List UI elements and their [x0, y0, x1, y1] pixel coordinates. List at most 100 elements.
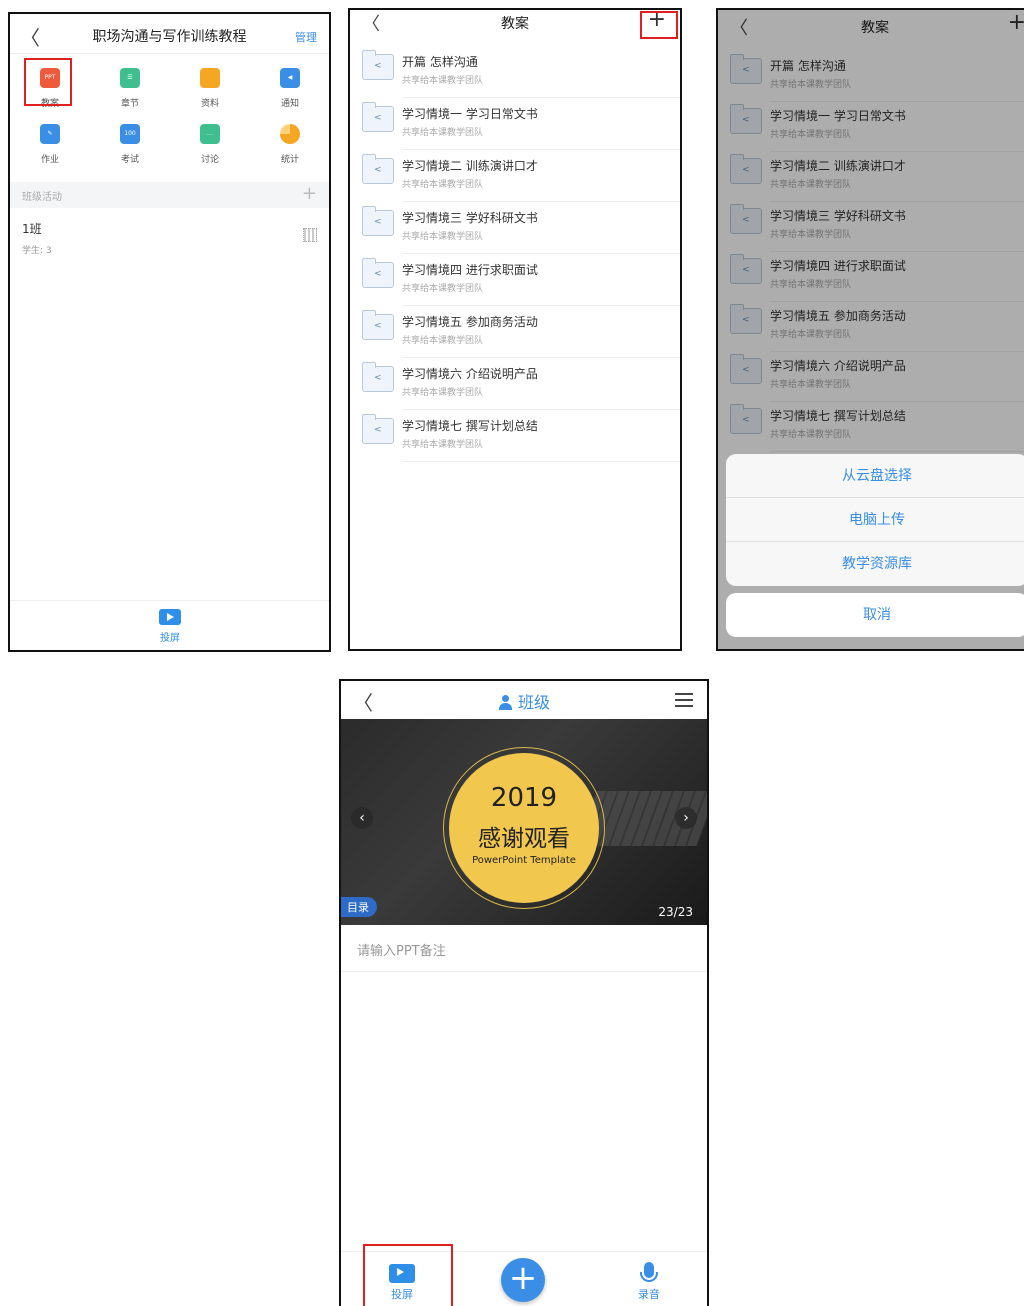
item-subtitle: 共享给本课教学团队 — [402, 336, 484, 346]
record-button[interactable]: 录音 — [619, 1262, 679, 1302]
class-activity-bar: 班级活动 + — [10, 182, 329, 208]
list-item[interactable]: < 学习情境四 进行求职面试共享给本课教学团队 — [350, 254, 680, 306]
cancel-button[interactable]: 取消 — [726, 593, 1024, 637]
share-icon: < — [374, 61, 382, 71]
menu-icon[interactable] — [675, 693, 693, 711]
student-count: 学生: 3 — [22, 246, 52, 256]
screen-cast-icon — [159, 609, 181, 625]
item-title: 学习情境二 训练演讲口才 — [402, 159, 538, 173]
add-button[interactable]: + — [501, 1258, 545, 1302]
list-item[interactable]: < 学习情境三 学好科研文书 共享给本课教学团队 — [350, 202, 680, 254]
grid-item-2[interactable]: 资料 — [170, 68, 250, 109]
grid-item-6[interactable]: … 讨论 — [170, 124, 250, 165]
header: 〈 教案 + — [350, 10, 680, 38]
cloud-select-option[interactable]: 从云盘选择 — [726, 454, 1024, 498]
item-title: 学习情境一 学习日常文书 — [402, 107, 538, 121]
shared-folder-icon: < — [362, 362, 394, 392]
share-icon: < — [374, 373, 382, 383]
list-item[interactable]: < 学习情境六 介绍说明产品共享给本课教学团队 — [350, 358, 680, 410]
item-title: 学习情境五 参加商务活动 — [402, 315, 538, 329]
grid-item-7[interactable]: 统计 — [250, 124, 329, 165]
share-icon: < — [374, 321, 382, 331]
class-name: 1班 — [22, 222, 42, 236]
icon-glyph: ☰ — [127, 74, 133, 81]
homework-icon: ✎ — [40, 124, 60, 144]
item-title: 开篇 怎样沟通 — [402, 55, 478, 69]
toc-button[interactable]: 目录 — [341, 897, 377, 917]
list-item[interactable]: < 学习情境一 学习日常文书 共享给本课教学团队 — [350, 98, 680, 150]
speaker-icon: ◀ — [280, 68, 300, 88]
chapter-list-icon: ☰ — [120, 68, 140, 88]
item-subtitle: 共享给本课教学团队 — [402, 440, 484, 450]
shared-folder-icon: < — [362, 310, 394, 340]
shared-folder-icon: < — [362, 154, 394, 184]
grid-item-5[interactable]: 100 考试 — [90, 124, 170, 165]
discussion-icon: … — [200, 124, 220, 144]
user-icon — [498, 695, 512, 710]
slide-preview: 2019 感谢观看 PowerPoint Template ‹ › 目录 23/… — [341, 719, 707, 925]
share-icon: < — [374, 269, 382, 279]
header: 〈 班级 — [341, 681, 707, 719]
shared-folder-icon: < — [362, 258, 394, 288]
item-title: 学习情境六 介绍说明产品 — [402, 367, 538, 381]
icon-glyph: ◀ — [287, 74, 293, 81]
next-slide-button[interactable]: › — [675, 807, 697, 829]
item-title: 学习情境四 进行求职面试 — [402, 263, 538, 277]
list-item[interactable]: < 学习情境二 训练演讲口才 共享给本课教学团队 — [350, 150, 680, 202]
grid-item-label: 资料 — [200, 99, 219, 109]
list-item[interactable]: < 开篇 怎样沟通 共享给本课教学团队 — [350, 46, 680, 98]
share-icon: < — [374, 425, 382, 435]
highlight-box — [24, 58, 72, 106]
upload-options-sheet: 从云盘选择 电脑上传 教学资源库 — [726, 454, 1024, 586]
icon-glyph: ✎ — [47, 130, 53, 137]
grid-item-label: 通知 — [280, 99, 299, 109]
share-icon: < — [374, 165, 382, 175]
title-text: 班级 — [517, 693, 550, 712]
grid-item-1[interactable]: ☰ 章节 — [90, 68, 170, 109]
section-title: 班级活动 — [22, 192, 62, 203]
grid-item-label: 章节 — [120, 99, 139, 109]
list-item[interactable]: < 学习情境七 撰写计划总结共享给本课教学团队 — [350, 410, 680, 462]
highlight-box — [363, 1244, 453, 1306]
qr-code-icon[interactable] — [303, 228, 317, 242]
add-activity-button[interactable]: + — [302, 183, 317, 204]
lesson-plan-screen: 〈 教案 + < 开篇 怎样沟通共享给本课教学团队 < 学习情境一 学习日常文书共享给… — [348, 8, 682, 651]
header: 〈 职场沟通与写作训练教程 管理 — [10, 14, 329, 54]
page-title: 班级 — [341, 689, 707, 713]
slide-year: 2019 — [490, 783, 558, 813]
pie-chart-icon — [280, 124, 300, 144]
class-item[interactable]: 1班 学生: 3 — [22, 220, 52, 256]
grid-item-3[interactable]: ◀ 通知 — [250, 68, 329, 109]
grid-item-label: 讨论 — [200, 155, 219, 165]
pc-upload-option[interactable]: 电脑上传 — [726, 498, 1024, 542]
lesson-plan-upload-screen: 〈 教案 + <开篇 怎样沟通共享给本课教学团队<学习情境一 学习日常文书共享给… — [716, 8, 1024, 651]
icon-glyph: 100 — [124, 130, 136, 137]
footer: 投屏 — [10, 600, 329, 650]
slide-circle: 2019 感谢观看 PowerPoint Template — [449, 753, 599, 903]
manage-link[interactable]: 管理 — [295, 29, 317, 45]
shared-folder-icon: < — [362, 414, 394, 444]
grid-item-label: 作业 — [40, 155, 59, 165]
item-subtitle: 共享给本课教学团队 — [402, 284, 484, 294]
icon-glyph: … — [207, 130, 213, 137]
list-item[interactable]: < 学习情境五 参加商务活动共享给本课教学团队 — [350, 306, 680, 358]
shared-folder-icon: < — [362, 206, 394, 236]
item-subtitle: 共享给本课教学团队 — [402, 388, 484, 398]
prev-slide-button[interactable]: ‹ — [351, 807, 373, 829]
cast-label: 投屏 — [160, 633, 180, 644]
page-title: 职场沟通与写作训练教程 — [92, 29, 247, 45]
grid-item-4[interactable]: ✎ 作业 — [10, 124, 90, 165]
page-title: 教案 — [501, 16, 529, 32]
grid-item-label: 统计 — [280, 155, 299, 165]
course-home-screen: 〈 职场沟通与写作训练教程 管理 PPT 教案 ☰ 章节 资料 ◀ 通知 ✎ 作业 100 考试… 讨… — [8, 12, 331, 652]
ppt-note-input[interactable]: 请输入PPT备注 — [357, 940, 446, 959]
share-icon: < — [374, 217, 382, 227]
cast-button[interactable]: 投屏 — [150, 609, 190, 644]
microphone-icon — [640, 1262, 658, 1282]
grid-item-label: 考试 — [120, 155, 139, 165]
record-label: 录音 — [638, 1288, 660, 1301]
resource-library-option[interactable]: 教学资源库 — [726, 542, 1024, 586]
shared-folder-icon: < — [362, 50, 394, 80]
shared-folder-icon: < — [362, 102, 394, 132]
item-title: 学习情境七 撰写计划总结 — [402, 419, 538, 433]
